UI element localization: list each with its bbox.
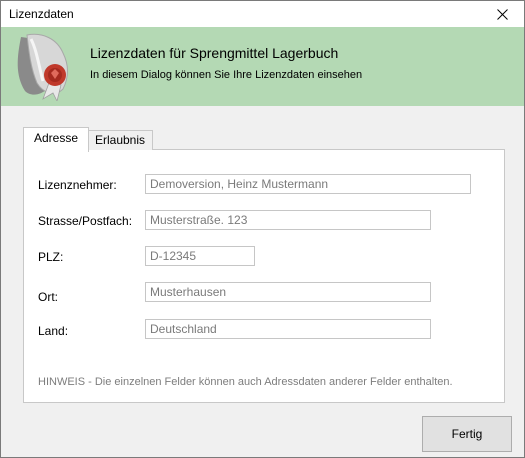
- zip-label: PLZ:: [38, 250, 64, 264]
- dialog-window: Lizenzdaten Lizenzdaten für Sprengmittel…: [0, 0, 525, 458]
- close-button[interactable]: [480, 1, 524, 27]
- hint-text: HINWEIS - Die einzelnen Felder können au…: [38, 376, 453, 388]
- title-bar: Lizenzdaten: [1, 1, 524, 27]
- country-field[interactable]: Deutschland: [145, 319, 431, 339]
- city-label: Ort:: [38, 290, 58, 304]
- header-subtitle: In diesem Dialog können Sie Ihre Lizenzd…: [90, 69, 363, 81]
- street-field[interactable]: Musterstraße. 123: [145, 210, 431, 230]
- street-label: Strasse/Postfach:: [38, 214, 133, 228]
- header-title: Lizenzdaten für Sprengmittel Lagerbuch: [90, 45, 339, 61]
- licensee-label: Lizenznehmer:: [38, 178, 117, 192]
- done-button[interactable]: Fertig: [422, 416, 512, 452]
- country-label: Land:: [38, 324, 69, 338]
- tab-panel-adresse: Lizenznehmer: Demoversion, Heinz Musterm…: [23, 149, 505, 403]
- dialog-header: Lizenzdaten für Sprengmittel Lagerbuch I…: [1, 27, 524, 106]
- zip-field[interactable]: D-12345: [145, 246, 255, 266]
- tab-erlaubnis[interactable]: Erlaubnis: [87, 130, 153, 150]
- tab-adresse[interactable]: Adresse: [23, 127, 89, 152]
- window-title: Lizenzdaten: [9, 7, 74, 21]
- city-field[interactable]: Musterhausen: [145, 282, 431, 302]
- close-icon: [496, 8, 508, 20]
- licensee-field[interactable]: Demoversion, Heinz Mustermann: [145, 174, 471, 194]
- sealed-scroll-icon: [17, 33, 68, 101]
